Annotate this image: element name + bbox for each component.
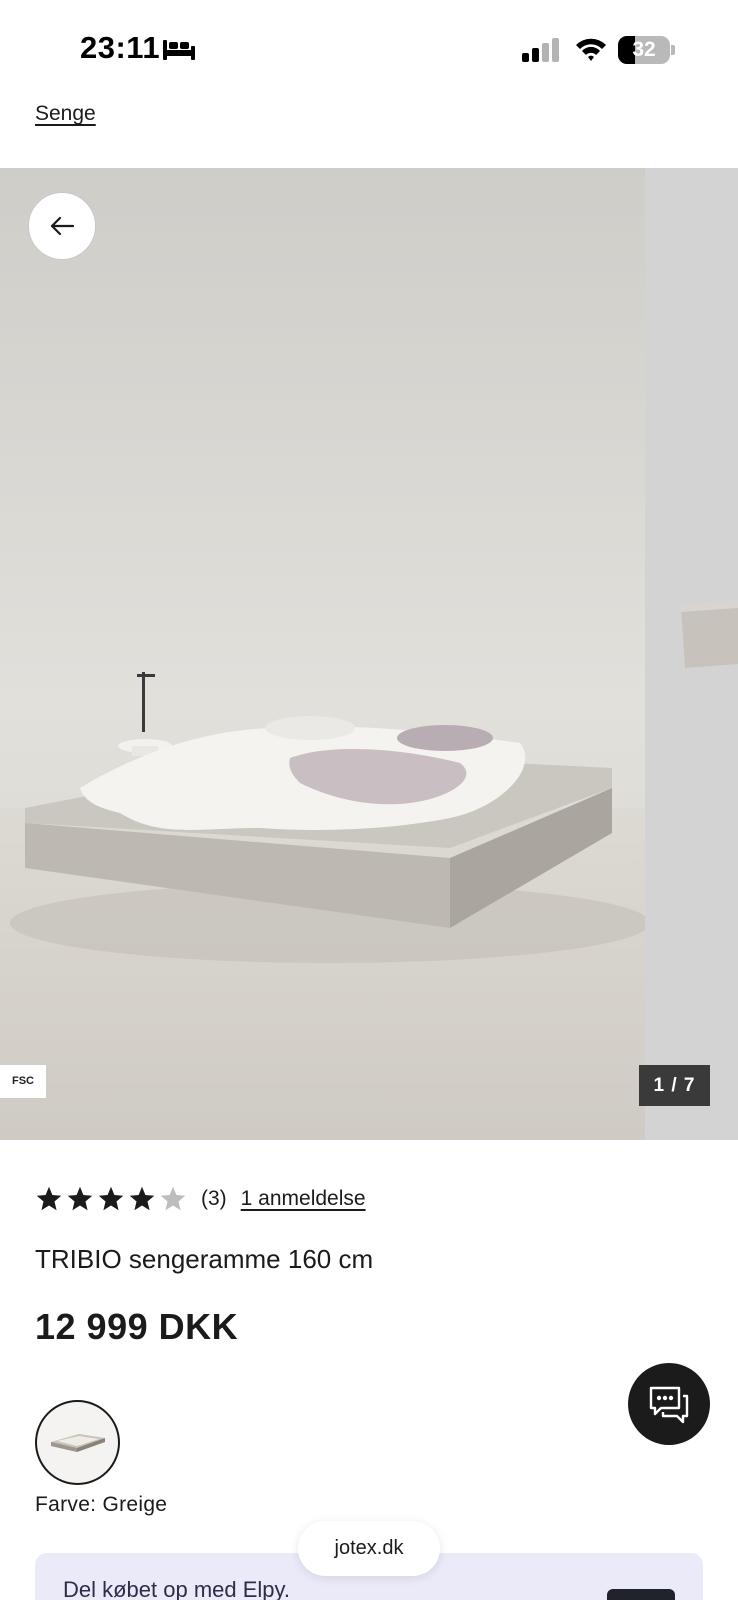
star-filled-icon bbox=[36, 1186, 62, 1211]
status-bar: 23:11 32 bbox=[0, 0, 738, 100]
rating-count: (3) bbox=[201, 1187, 227, 1210]
swatch-thumbnail bbox=[50, 1433, 105, 1452]
fsc-badge: FSC bbox=[0, 1065, 46, 1098]
back-button[interactable] bbox=[28, 192, 96, 260]
rating-stars bbox=[35, 1185, 187, 1213]
next-product-image[interactable] bbox=[645, 168, 738, 1140]
battery-level: 32 bbox=[632, 38, 656, 61]
bed-icon bbox=[163, 40, 195, 60]
elpy-logo bbox=[607, 1589, 675, 1600]
color-label: Farve: Greige bbox=[35, 1493, 168, 1516]
image-counter: 1 / 7 bbox=[639, 1065, 710, 1106]
product-image-gallery[interactable]: FSC 1 / 7 bbox=[0, 168, 738, 1140]
chat-bubbles-icon bbox=[649, 1386, 689, 1424]
product-image[interactable] bbox=[0, 168, 645, 1140]
star-filled-icon bbox=[98, 1186, 124, 1211]
star-filled-icon bbox=[129, 1186, 155, 1211]
star-filled-icon bbox=[67, 1186, 93, 1211]
product-title: TRIBIO sengeramme 160 cm bbox=[35, 1244, 374, 1274]
chat-button[interactable] bbox=[628, 1363, 710, 1445]
wifi-icon bbox=[576, 38, 606, 61]
promo-text: Del købet op med Elpy. bbox=[63, 1577, 291, 1600]
signal-icon bbox=[522, 38, 559, 62]
star-empty-icon bbox=[160, 1186, 186, 1211]
battery-icon: 32 bbox=[618, 36, 675, 64]
color-swatch-greige[interactable] bbox=[35, 1400, 120, 1485]
browser-url-pill[interactable]: jotex.dk bbox=[298, 1521, 440, 1576]
reviews-link[interactable]: 1 anmeldelse bbox=[241, 1187, 366, 1211]
arrow-left-icon bbox=[50, 216, 75, 236]
breadcrumb-link[interactable]: Senge bbox=[35, 102, 96, 126]
product-price: 12 999 DKK bbox=[35, 1306, 239, 1347]
status-time: 23:11 bbox=[80, 30, 161, 65]
rating-row: (3) 1 anmeldelse bbox=[35, 1181, 366, 1217]
